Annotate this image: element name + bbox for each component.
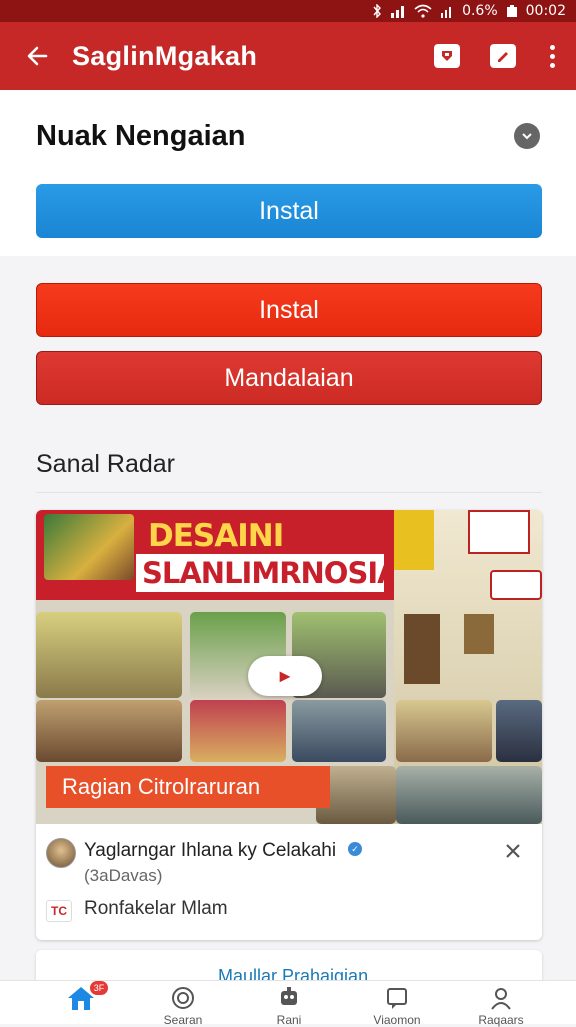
page-heading: Nuak Nengaian bbox=[36, 120, 246, 152]
banner-subtitle: SLANLIMRNOSIA bbox=[142, 556, 400, 590]
media-caption: Ragian Citrolraruran bbox=[46, 766, 330, 808]
bottom-nav: 3F Searan Rani Viaomon Raqaars bbox=[0, 980, 576, 1027]
source-logo-text: TC bbox=[51, 904, 67, 918]
install-button-blue[interactable]: Instal bbox=[36, 184, 542, 238]
signal-icon-2 bbox=[441, 7, 452, 18]
banner-photo bbox=[44, 514, 134, 580]
post-title[interactable]: Yaglarngar Ihlana ky Celakahi bbox=[84, 840, 336, 862]
wifi-icon bbox=[414, 4, 432, 18]
close-button[interactable] bbox=[502, 840, 524, 862]
play-icon: ► bbox=[276, 665, 294, 686]
nav-label: Searan bbox=[163, 1013, 203, 1027]
building-window bbox=[464, 614, 494, 654]
dropdown-button[interactable] bbox=[514, 123, 540, 149]
battery-icon bbox=[506, 5, 517, 17]
nav-profile[interactable]: Raqaars bbox=[456, 981, 546, 1027]
photo-tile bbox=[292, 700, 386, 762]
nav-label: Viaomon bbox=[373, 1013, 421, 1027]
nav-label: Rani bbox=[276, 1013, 302, 1027]
message-icon bbox=[382, 985, 412, 1011]
media-banner: DESAINI UINTINA SLANLIMRNOSIA bbox=[36, 510, 400, 600]
close-icon bbox=[506, 844, 520, 858]
divider bbox=[36, 492, 542, 493]
nav-rani[interactable]: Rani bbox=[244, 981, 334, 1027]
post-card[interactable]: DESAINI UINTINA SLANLIMRNOSIA ► Ragian C… bbox=[36, 510, 542, 940]
photo-tile bbox=[396, 700, 492, 762]
building-sign bbox=[468, 510, 530, 554]
nav-search[interactable]: Searan bbox=[138, 981, 228, 1027]
tag-button[interactable] bbox=[434, 44, 460, 68]
banner-subtitle-box: SLANLIMRNOSIA bbox=[136, 554, 400, 592]
nav-label: Raqaars bbox=[478, 1013, 524, 1027]
arrow-left-icon bbox=[27, 46, 48, 66]
building-sign-small bbox=[490, 570, 542, 600]
notification-badge: 3F bbox=[90, 981, 108, 995]
play-button[interactable]: ► bbox=[248, 656, 322, 696]
nav-messages[interactable]: Viaomon bbox=[352, 981, 442, 1027]
post-media[interactable]: DESAINI UINTINA SLANLIMRNOSIA ► Ragian C… bbox=[36, 510, 542, 824]
install-button-red[interactable]: Instal bbox=[36, 283, 542, 337]
status-bar: 0.6% 00:02 bbox=[0, 0, 576, 22]
photo-tile bbox=[190, 700, 286, 762]
photo-tile bbox=[36, 612, 182, 698]
source-logo-icon: TC bbox=[46, 900, 72, 922]
pencil-icon bbox=[498, 52, 508, 62]
photo-tile bbox=[396, 766, 542, 824]
nav-home[interactable]: 3F bbox=[36, 981, 126, 1025]
battery-percent: 0.6% bbox=[462, 3, 498, 19]
bluetooth-icon bbox=[373, 4, 382, 18]
edit-button[interactable] bbox=[490, 44, 516, 68]
building-awning bbox=[394, 510, 434, 570]
top-card: Nuak Nengaian Instal bbox=[0, 90, 576, 256]
signal-icon bbox=[391, 6, 405, 18]
secondary-button[interactable]: Mandalaian bbox=[36, 351, 542, 405]
post-meta: (3aDavas) bbox=[84, 866, 163, 885]
target-icon bbox=[168, 985, 198, 1011]
overflow-menu-button[interactable] bbox=[546, 44, 558, 68]
app-title: SaglinMgakah bbox=[72, 40, 258, 71]
back-button[interactable] bbox=[22, 41, 52, 71]
media-caption-text: Ragian Citrolraruran bbox=[62, 774, 261, 799]
person-icon bbox=[486, 985, 516, 1011]
app-bar: SaglinMgakah bbox=[0, 22, 576, 90]
robot-icon bbox=[274, 985, 304, 1011]
chevron-down-icon bbox=[522, 133, 532, 140]
avatar[interactable] bbox=[46, 838, 76, 868]
photo-tile bbox=[36, 700, 182, 762]
building-door bbox=[404, 614, 440, 684]
photo-tile bbox=[496, 700, 542, 762]
clock: 00:02 bbox=[525, 3, 566, 19]
tag-icon bbox=[442, 51, 452, 61]
source-label[interactable]: Ronfakelar Mlam bbox=[84, 898, 228, 920]
section-title: Sanal Radar bbox=[36, 450, 175, 478]
verified-icon: ✓ bbox=[348, 842, 362, 856]
